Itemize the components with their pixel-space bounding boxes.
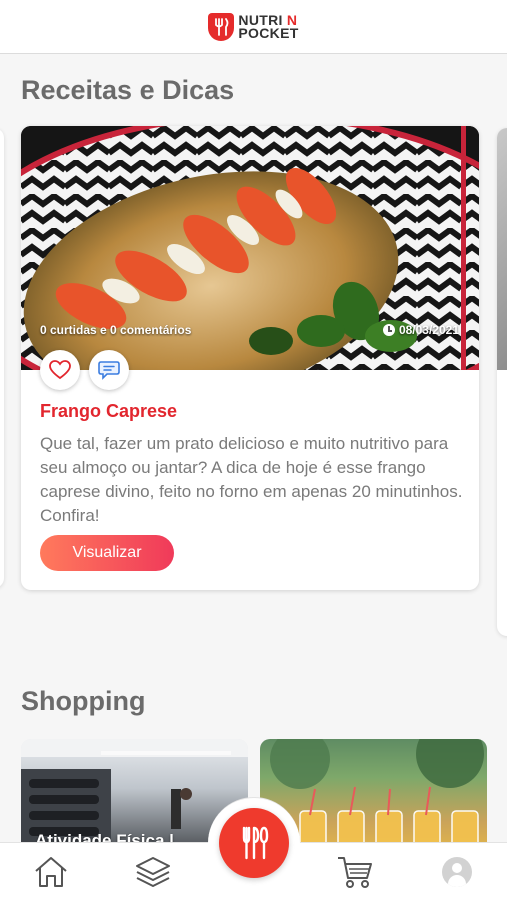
recipe-title: Frango Caprese	[40, 401, 178, 421]
logo-fork-icon	[208, 12, 235, 41]
clock-icon	[382, 324, 395, 336]
shopping-section-title: Shopping	[21, 686, 146, 716]
app-logo: NUTRI N POCKET	[208, 12, 299, 41]
nav-cart[interactable]	[335, 853, 375, 891]
recipe-date: 08/03/2021	[382, 323, 459, 337]
next-recipe-card[interactable]	[497, 128, 507, 636]
layers-icon	[136, 857, 170, 887]
profile-icon	[442, 857, 472, 887]
nav-home[interactable]	[31, 853, 71, 891]
logo-text-pocket: POCKET	[238, 24, 299, 41]
comment-button[interactable]	[89, 350, 129, 390]
cutlery-icon	[242, 826, 269, 860]
recipe-stats: 0 curtidas e 0 comentários	[40, 323, 192, 337]
like-button[interactable]	[40, 350, 80, 390]
view-recipe-button[interactable]: Visualizar	[40, 535, 174, 571]
nav-layers[interactable]	[133, 853, 173, 891]
nav-profile[interactable]	[437, 853, 477, 891]
app-root: NUTRI N POCKET Receitas e Dicas 0 curtid…	[0, 0, 507, 900]
recipe-date-text: 08/03/2021	[398, 323, 459, 337]
recipes-section-title: Receitas e Dicas	[21, 75, 235, 105]
home-icon	[35, 857, 67, 887]
nav-recipes-fab[interactable]	[219, 808, 289, 878]
previous-recipe-card[interactable]	[0, 128, 4, 588]
recipe-card: 0 curtidas e 0 comentários 08/03/2021 Fr…	[21, 126, 479, 590]
recipe-description: Que tal, fazer um prato delicioso e muit…	[40, 434, 463, 525]
recipe-image: 0 curtidas e 0 comentários 08/03/2021	[21, 126, 479, 370]
comment-icon	[98, 361, 120, 380]
heart-icon	[49, 360, 71, 380]
app-header: NUTRI N POCKET	[0, 0, 507, 54]
cart-icon	[338, 857, 372, 888]
